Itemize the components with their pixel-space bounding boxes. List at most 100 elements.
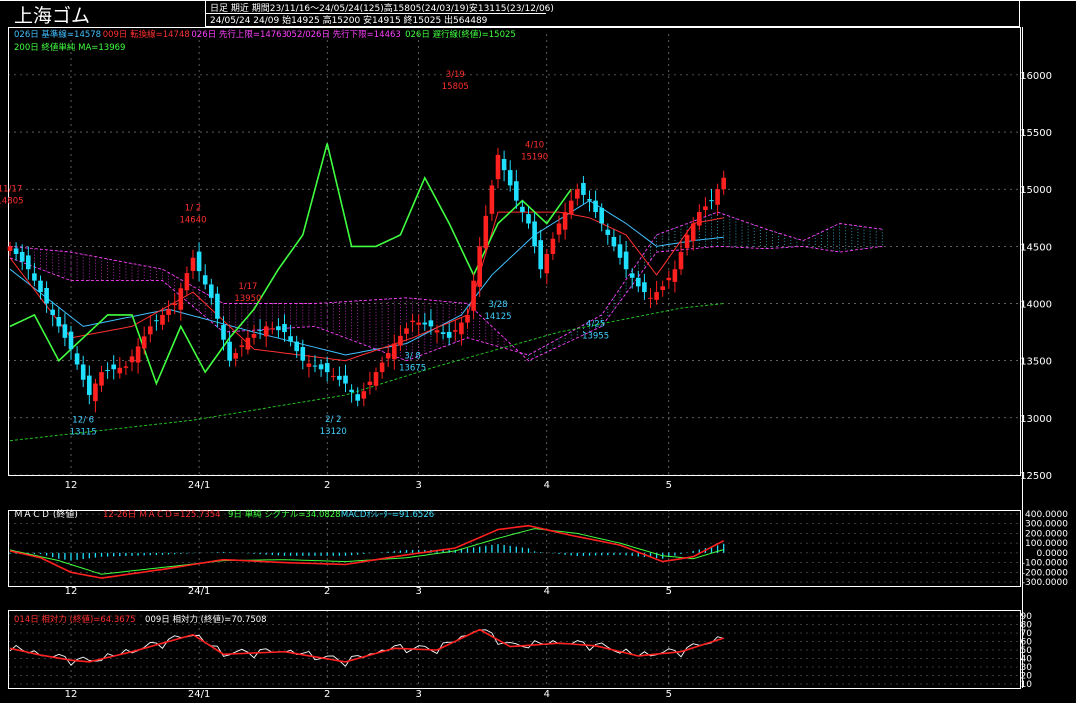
annotation-date: 11/17 [0,184,22,194]
candle-body [599,207,604,224]
candle-body [501,159,507,171]
x-tick-label: 24/1 [188,586,210,597]
candle-body [514,181,519,201]
candle-body [227,341,232,361]
candle-body [605,229,611,235]
candle-body [575,189,580,199]
legend-main-entry: 009日 転換線=14748 [103,29,190,40]
x-tick-label: 3 [416,586,422,597]
candle-body [288,336,293,342]
candle-body [697,212,702,226]
candle-body [172,303,177,306]
candle-body [416,322,421,325]
x-tick-label: 2 [324,586,330,597]
candle-body [483,215,489,249]
annotation-date: 3/ 8 [404,352,420,362]
candle-body [367,381,373,385]
x-tick-label: 2 [324,480,330,491]
candle-body [611,236,617,247]
x-tick-label: 4 [544,480,550,491]
candle-body [251,334,257,338]
y-tick-label: 14500 [1020,242,1052,253]
candle-body [80,364,86,380]
candle-body [111,364,116,370]
candle-body [642,282,647,293]
candle-body [581,183,586,195]
candle-body [38,280,43,293]
candle-body [166,309,171,315]
macd-tick-label: -300.0000 [1022,578,1068,588]
candle-body [538,240,543,270]
candle-body [477,246,482,287]
candle-body [379,362,385,373]
annotation-value: 14640 [179,215,206,225]
macd-legend-entry: 9日 単純 シグナル=34.0828 [228,509,341,520]
candle-body [26,255,31,270]
annotation-date: 2/ 2 [325,415,341,425]
annotation-date: 12/ 6 [72,416,94,426]
annotation-value: 13115 [70,428,97,438]
candle-body [715,189,720,205]
candle-body [562,212,568,230]
legend-main-entry: 026日 基準線=14578 [14,29,101,40]
x-tick-label: 4 [544,689,550,700]
candle-body [209,284,214,298]
candle-body [294,341,299,352]
annotation-date: 4/10 [525,140,544,150]
candle-body [434,330,440,333]
x-tick-label: 5 [666,586,672,597]
candle-body [459,322,464,335]
candle-body [135,346,141,363]
macd-legend-entry: 12-26日 ＭＡＣＤ=125.7354 [103,510,221,520]
candle-body [270,328,275,330]
annotation-value: 15190 [521,152,548,162]
macd-tick-label: 0.0000 [1037,549,1069,559]
y-tick-label: 15500 [1020,128,1052,139]
candle-body [422,322,428,325]
x-tick-label: 5 [666,480,672,491]
candle-body [385,353,391,359]
annotation-date: 3/28 [488,300,507,310]
y-tick-label: 12500 [1020,471,1052,482]
candle-body [465,314,470,323]
candle-body [672,269,678,282]
candle-body [593,200,598,213]
y-tick-label: 15000 [1020,185,1052,196]
candle-body [654,292,659,300]
candle-body [215,293,220,319]
candle-body [184,273,190,291]
y-tick-label: 16000 [1020,71,1052,82]
annotation-value: 13120 [320,427,347,437]
candle-body [471,280,476,311]
chart-title: 上海ゴム [14,5,90,27]
candle-body [93,383,98,402]
annotation-date: 3/19 [446,70,465,80]
candle-body [684,234,690,248]
annotation-value: 14805 [0,196,24,206]
candle-body [440,332,446,334]
candle-body [239,345,245,347]
legend-ma-entry: 200日 終値単純 MA=13969 [14,42,125,53]
x-tick-label: 5 [666,689,672,700]
candle-body [87,375,92,395]
candle-body [568,200,574,215]
candle-body [709,200,714,202]
candle-body [312,365,318,367]
candle-body [13,248,19,254]
candle-body [99,372,104,386]
candle-body [245,337,251,350]
candle-body [526,214,531,224]
candle-body [7,246,13,251]
candle-body [398,335,403,346]
annotation-value: 13950 [234,294,261,304]
annotation-value: 14125 [484,312,511,322]
candle-body [623,251,629,270]
candle-body [453,330,458,332]
candle-body [44,287,49,304]
annotation-date: 4/25 [586,320,605,330]
x-tick-label: 3 [416,480,422,491]
macd-title: ＭＡＣＤ (終値) [14,508,78,520]
candle-body [148,326,153,335]
candle-body [141,336,147,349]
macd-tick-label: 300.0000 [1025,520,1068,530]
